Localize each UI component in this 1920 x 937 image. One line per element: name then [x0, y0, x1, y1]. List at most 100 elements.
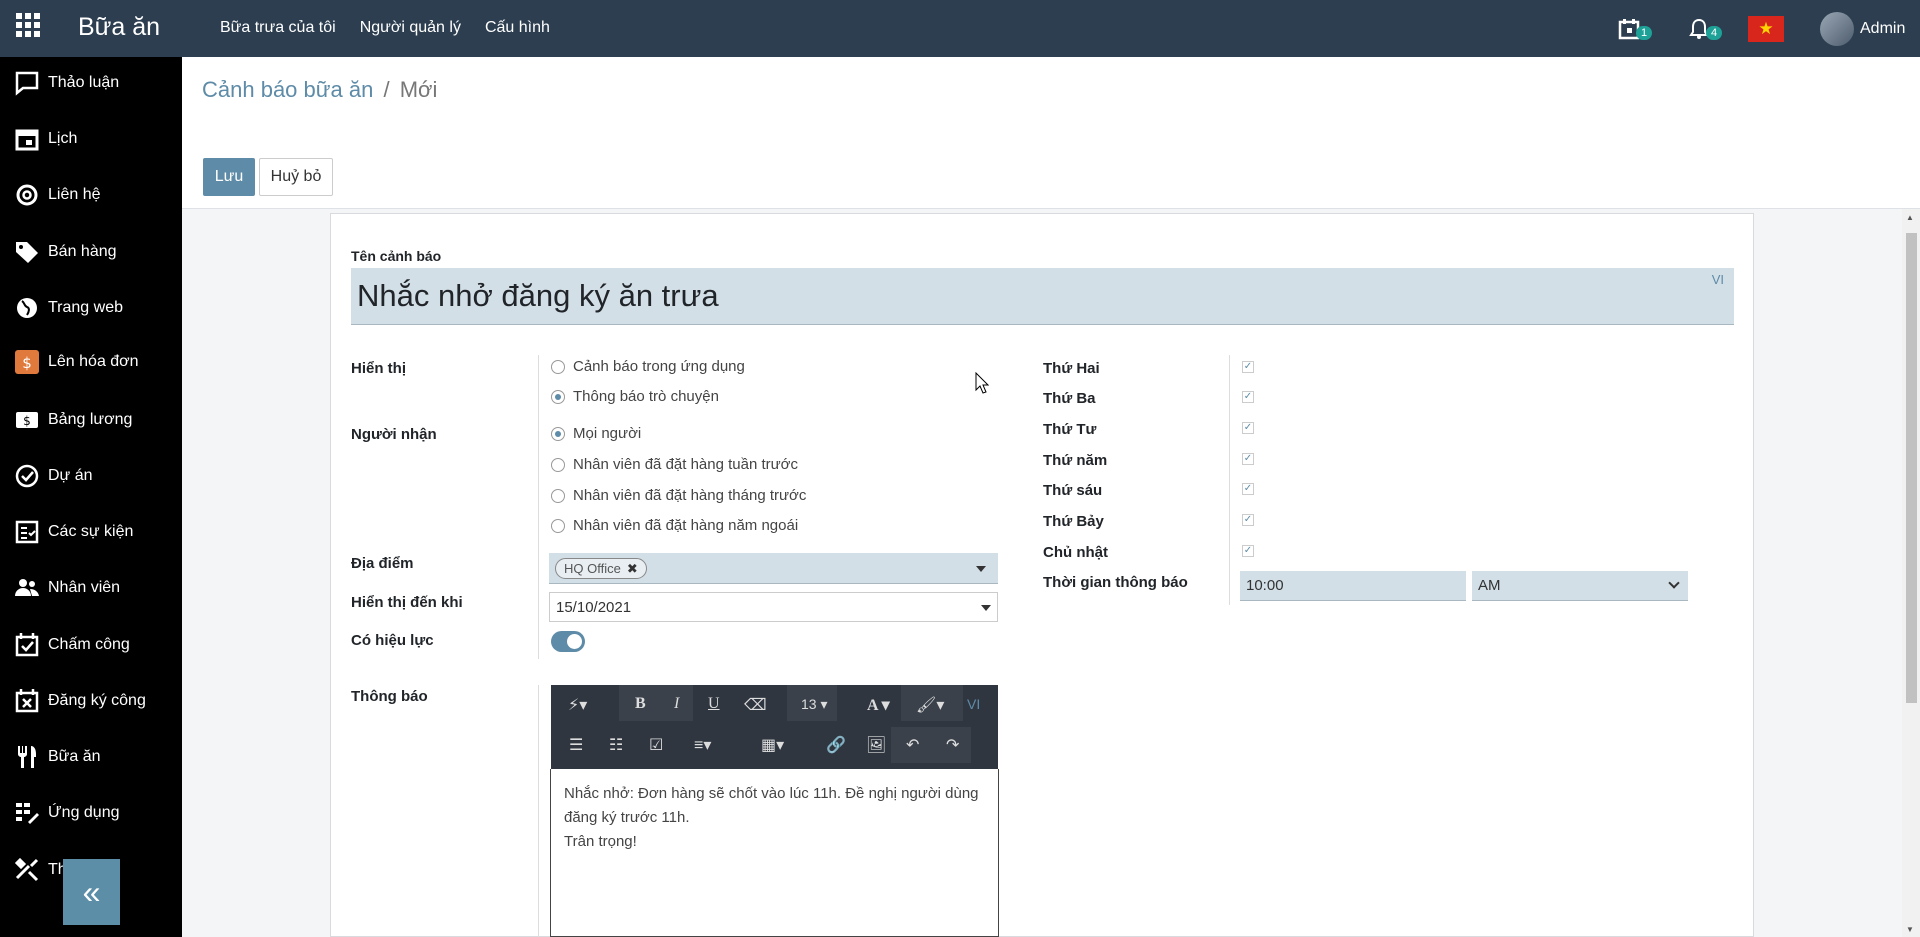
radio-button[interactable]	[551, 426, 565, 441]
sidebar-item-calendar[interactable]: Lịch	[14, 126, 77, 152]
recipient-option-last-week[interactable]: Nhân viên đã đặt hàng tuần trước	[551, 456, 798, 473]
editor-translate-button[interactable]: VI	[967, 696, 980, 712]
alert-name-input[interactable]: Nhắc nhở đăng ký ăn trưa VI	[351, 268, 1734, 325]
underline-icon[interactable]: U	[708, 695, 720, 713]
notify-ampm-select[interactable]: AM	[1472, 571, 1688, 601]
sidebar-item-attendance[interactable]: Chấm công	[14, 632, 130, 658]
font-color-icon[interactable]: A ▾	[867, 695, 890, 715]
menu-manager[interactable]: Người quản lý	[360, 19, 461, 37]
checkbox-thursday[interactable]: ✓	[1242, 453, 1254, 465]
sidebar-item-time-off[interactable]: Đăng ký công	[14, 688, 146, 714]
cutlery-icon	[18, 746, 36, 768]
sidebar-item-lunch[interactable]: Bữa ăn	[14, 744, 101, 770]
display-option-chat[interactable]: Thông báo trò chuyện	[551, 388, 719, 405]
link-icon[interactable]: 🔗	[826, 735, 846, 755]
day-label-wednesday: Thứ Tư	[1043, 421, 1097, 438]
checkbox-wednesday[interactable]: ✓	[1242, 422, 1254, 434]
language-switcher[interactable]: ★	[1748, 0, 1784, 57]
message-editor[interactable]: Nhắc nhở: Đơn hàng sẽ chốt vào lúc 11h. …	[550, 769, 999, 937]
notification-count-badge: 4	[1706, 25, 1723, 40]
sidebar-item-discuss[interactable]: Thảo luận	[14, 70, 119, 96]
checkbox-monday[interactable]: ✓	[1242, 361, 1254, 373]
discard-button[interactable]: Huỷ bỏ	[259, 158, 333, 196]
tag-icon	[16, 242, 38, 263]
numbered-list-icon[interactable]: ☷	[609, 735, 623, 755]
radio-button[interactable]	[551, 389, 565, 404]
remove-tag-icon[interactable]: ✖	[627, 561, 638, 577]
font-size-value: 13	[801, 696, 817, 712]
radio-button[interactable]	[551, 518, 565, 533]
recipients-label: Người nhận	[351, 426, 437, 443]
sidebar-item-events[interactable]: Các sự kiện	[14, 519, 133, 545]
recipient-option-last-month[interactable]: Nhân viên đã đặt hàng tháng trước	[551, 487, 806, 504]
eraser-icon[interactable]: ⌫	[744, 695, 767, 715]
dropdown-caret-icon[interactable]	[981, 605, 991, 611]
breadcrumb-parent[interactable]: Cảnh báo bữa ăn	[202, 77, 373, 102]
notify-time-input[interactable]: 10:00	[1240, 571, 1466, 601]
scroll-up-icon[interactable]: ▲	[1906, 213, 1914, 222]
user-menu[interactable]: Admin	[1820, 0, 1905, 57]
sidebar-item-project[interactable]: Dự án	[14, 463, 93, 489]
sidebar-item-label: Bán hàng	[48, 243, 117, 260]
sidebar-item-sales[interactable]: Bán hàng	[14, 239, 117, 265]
image-icon[interactable]: 🖼	[866, 735, 886, 755]
brush-icon[interactable]: 🖌▾	[916, 695, 944, 715]
apps-icon	[16, 803, 39, 824]
notification-button[interactable]: 4	[1688, 0, 1723, 57]
sidebar-item-label: Nhân viên	[48, 579, 121, 596]
app-menu-icon[interactable]	[16, 13, 40, 37]
radio-button[interactable]	[551, 488, 565, 503]
sidebar-item-settings[interactable]: Th	[14, 857, 67, 883]
save-button[interactable]: Lưu	[203, 158, 255, 196]
sidebar-item-invoicing[interactable]: $ Lên hóa đơn	[14, 349, 139, 375]
sidebar-item-contacts[interactable]: Liên hệ	[14, 182, 101, 208]
menu-configuration[interactable]: Cấu hình	[485, 19, 550, 37]
page-scrollbar[interactable]: ▲ ▼	[1902, 209, 1920, 937]
recipient-option-everyone[interactable]: Mọi người	[551, 425, 641, 442]
checkbox-friday[interactable]: ✓	[1242, 483, 1254, 495]
bullet-list-icon[interactable]: ☰	[569, 735, 583, 755]
location-field[interactable]: HQ Office ✖	[549, 553, 998, 584]
bold-icon[interactable]: B	[635, 695, 646, 713]
sidebar-item-website[interactable]: Trang web	[14, 295, 123, 321]
display-label: Hiển thị	[351, 360, 406, 377]
label-divider	[1229, 355, 1230, 605]
radio-button[interactable]	[551, 359, 565, 374]
checkbox-sunday[interactable]: ✓	[1242, 545, 1254, 557]
recipient-option-last-year[interactable]: Nhân viên đã đặt hàng năm ngoái	[551, 517, 798, 534]
sidebar-item-payroll[interactable]: $ Bảng lương	[14, 407, 132, 433]
redo-icon[interactable]: ↷	[946, 735, 959, 755]
sidebar-item-label: Thảo luận	[48, 74, 120, 91]
top-navbar: Bữa ăn Bữa trưa của tôi Người quản lý Cấ…	[0, 0, 1920, 57]
day-label-thursday: Thứ năm	[1043, 452, 1108, 469]
checkbox-tuesday[interactable]: ✓	[1242, 391, 1254, 403]
check-circle-icon	[15, 464, 39, 488]
globe-icon	[17, 298, 37, 318]
sidebar-collapse-button[interactable]: «	[63, 859, 120, 925]
table-icon[interactable]: ▦▾	[761, 735, 784, 755]
translate-button[interactable]: VI	[1712, 272, 1724, 287]
scroll-down-icon[interactable]: ▼	[1906, 925, 1914, 934]
radio-button[interactable]	[551, 457, 565, 472]
sidebar-item-apps[interactable]: Ứng dụng	[14, 800, 120, 826]
sidebar-item-employees[interactable]: Nhân viên	[14, 575, 120, 601]
editor-paragraph: Nhắc nhở: Đơn hàng sẽ chốt vào lúc 11h. …	[564, 785, 979, 826]
until-date-input[interactable]: 15/10/2021	[549, 592, 998, 622]
scroll-thumb[interactable]	[1906, 233, 1917, 703]
display-option-alert[interactable]: Cảnh báo trong ứng dụng	[551, 358, 745, 375]
active-toggle[interactable]	[551, 631, 585, 652]
magic-wand-icon[interactable]: ⚡▾	[568, 695, 587, 715]
checkbox-saturday[interactable]: ✓	[1242, 514, 1254, 526]
undo-icon[interactable]: ↶	[906, 735, 919, 755]
italic-icon[interactable]: I	[674, 695, 679, 713]
sidebar-item-label: Chấm công	[48, 636, 130, 653]
dropdown-caret-icon[interactable]	[976, 566, 986, 572]
sidebar-item-label: Dự án	[48, 467, 93, 484]
until-label: Hiển thị đến khi	[351, 594, 463, 611]
activity-button[interactable]: 1	[1618, 0, 1653, 57]
font-size-select[interactable]: 13 ▾	[801, 696, 828, 713]
paragraph-align-icon[interactable]: ≡▾	[694, 735, 711, 755]
menu-my-lunch[interactable]: Bữa trưa của tôi	[220, 19, 336, 37]
checklist-icon[interactable]: ☑	[649, 735, 663, 755]
sidebar-item-label: Trang web	[48, 299, 123, 316]
